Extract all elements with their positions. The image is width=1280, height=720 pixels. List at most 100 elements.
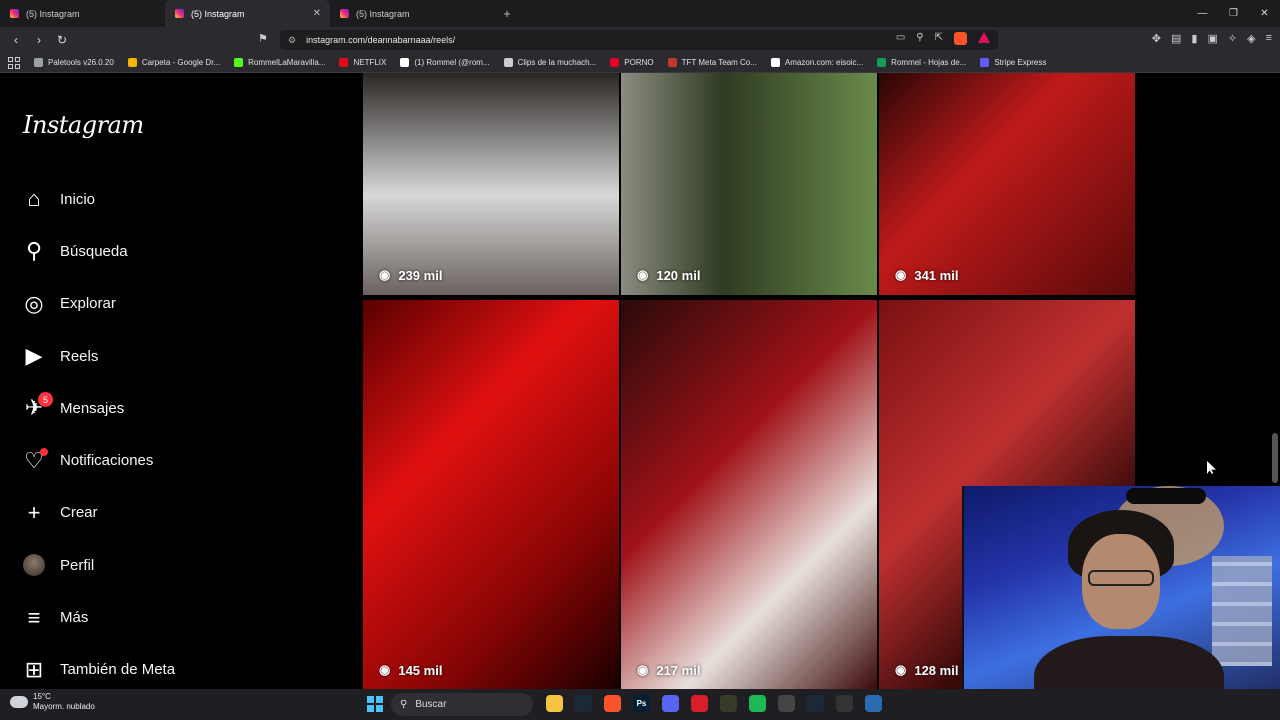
url-text: instagram.com/deannabarnaaa/reels/ <box>306 35 456 45</box>
bookmark-favicon-icon <box>980 58 990 67</box>
bookmark-label: RommelLaMaravilla... <box>248 58 326 67</box>
site-info-icon[interactable]: ⚙ <box>288 35 296 46</box>
sidebar-item-perfil[interactable]: Perfil <box>22 539 175 591</box>
bookmark-item[interactable]: TFT Meta Team Co... <box>667 58 757 67</box>
reel-thumbnail[interactable]: ◉ 217 mil <box>621 300 877 689</box>
reel-view-count: ◉ 120 mil <box>637 267 700 283</box>
bookmark-icon[interactable]: ⚑ <box>258 32 268 45</box>
bookmark-item[interactable]: Stripe Express <box>980 58 1046 67</box>
weather-widget[interactable]: 15°C Mayorm. nublado <box>10 692 95 712</box>
spotify-icon[interactable] <box>749 695 766 712</box>
sidebar-item-label: Perfil <box>60 556 95 574</box>
wallet-icon[interactable]: ▣ <box>1207 32 1217 45</box>
file-explorer-icon[interactable] <box>546 695 563 712</box>
minimize-button[interactable]: — <box>1187 0 1218 27</box>
sidebar-icon[interactable]: ▮ <box>1191 32 1197 45</box>
vpn-icon[interactable]: ◈ <box>1247 32 1255 45</box>
browser-tab[interactable]: (5) Instagram <box>0 0 165 27</box>
bookmark-label: (1) Rommel (@rom... <box>414 58 490 67</box>
sidebar-item-label: Reels <box>60 347 99 365</box>
webcam-glasses <box>1088 570 1154 586</box>
bookmark-item[interactable]: RommelLaMaravilla... <box>234 58 325 67</box>
bookmark-item[interactable]: PORNO <box>610 58 654 67</box>
taskbar-search[interactable]: ⚲ Buscar <box>391 693 533 716</box>
notification-dot <box>40 447 48 456</box>
sidebar-item-inicio[interactable]: ⌂ Inicio <box>22 173 175 225</box>
forward-button[interactable]: › <box>29 30 49 50</box>
bookmark-item[interactable]: NETFLIX <box>339 58 386 67</box>
reel-thumbnail[interactable]: ◉ 145 mil <box>363 300 619 689</box>
bookmark-label: Clips de la muchach... <box>517 58 597 67</box>
brave-rewards-icon[interactable] <box>978 32 990 43</box>
discord-icon[interactable] <box>662 695 679 712</box>
valorant-icon[interactable] <box>778 695 795 712</box>
bookmark-item[interactable]: Carpeta - Google Dr... <box>127 58 220 67</box>
sidebar-item-notificaciones[interactable]: ♡ Notificaciones <box>22 434 175 486</box>
share-icon[interactable]: ⇱ <box>935 32 943 45</box>
bookmark-favicon-icon <box>610 58 620 67</box>
opera-icon[interactable] <box>691 695 708 712</box>
photoshop-icon[interactable]: Ps <box>633 695 650 712</box>
pencil-app-icon[interactable] <box>720 695 737 712</box>
zoom-icon[interactable]: ⚲ <box>916 32 923 45</box>
eye-icon: ◉ <box>637 267 649 282</box>
sidebar-item-más[interactable]: ≡ Más <box>22 591 175 643</box>
bookmark-item[interactable]: Amazon.com: eisoic... <box>770 58 864 67</box>
tab-search-icon[interactable]: ▤ <box>1171 32 1181 45</box>
mouse-cursor-icon <box>1207 461 1216 474</box>
instagram-logo[interactable]: Instagram <box>23 111 144 139</box>
sidebar-item-explorar[interactable]: ◎ Explorar <box>22 278 175 330</box>
bookmark-favicon-icon <box>127 58 137 67</box>
extensions-icon[interactable]: ✥ <box>1152 32 1161 45</box>
steam2-icon[interactable] <box>807 695 824 712</box>
reel-thumbnail[interactable]: ◉ 341 mil <box>879 73 1135 295</box>
meta-apps-icon: ⊞ <box>24 656 44 682</box>
bookmark-label: Stripe Express <box>994 58 1047 67</box>
instagram-favicon-icon <box>10 9 19 18</box>
windows-start-icon[interactable] <box>367 696 383 712</box>
url-bar[interactable]: ⚙ instagram.com/deannabarnaaa/reels/ <box>280 30 998 50</box>
new-tab-button[interactable]: + <box>495 0 519 27</box>
sidebar-item-búsqueda[interactable]: ⚲ Búsqueda <box>22 225 175 277</box>
leo-ai-icon[interactable]: ✧ <box>1228 32 1237 45</box>
bookmark-item[interactable]: Rommel - Hojas de... <box>877 58 966 67</box>
bookmark-label: Amazon.com: eisoic... <box>784 58 864 67</box>
bookmark-label: Rommel - Hojas de... <box>891 58 967 67</box>
brave-shields-icon[interactable] <box>954 32 967 45</box>
menu-icon[interactable]: ≡ <box>1266 32 1272 45</box>
browser-tab-active[interactable]: (5) Instagram ✕ <box>165 0 330 27</box>
sidebar-item-mensajes[interactable]: ✈ 5 Mensajes <box>22 382 175 434</box>
plus-icon: + <box>27 499 41 525</box>
avatar <box>23 554 45 577</box>
bookmark-favicon-icon <box>34 58 43 67</box>
close-tab-icon[interactable]: ✕ <box>313 8 321 19</box>
sidebar-item-también-de-meta[interactable]: ⊞ También de Meta <box>22 644 175 689</box>
sidebar-item-crear[interactable]: + Crear <box>22 487 175 539</box>
browser-tab[interactable]: (5) Instagram <box>330 0 495 27</box>
apps-grid-icon[interactable] <box>8 56 20 69</box>
reload-button[interactable]: ↻ <box>52 30 72 50</box>
back-button[interactable]: ‹ <box>6 30 26 50</box>
webcam-shelf <box>1212 556 1272 666</box>
search-icon: ⚲ <box>400 699 408 710</box>
restore-button[interactable]: ❐ <box>1218 0 1249 27</box>
bookmark-favicon-icon <box>339 58 349 67</box>
reel-thumbnail[interactable]: ◉ 239 mil <box>363 73 619 295</box>
sidebar-item-reels[interactable]: ▶ Reels <box>22 330 175 382</box>
bookmark-favicon-icon <box>400 58 410 67</box>
eye-icon: ◉ <box>379 662 391 677</box>
cast-icon[interactable]: ▭ <box>896 32 905 45</box>
brave-icon[interactable] <box>604 695 621 712</box>
steam-icon[interactable] <box>575 695 592 712</box>
bookmark-item[interactable]: Clips de la muchach... <box>503 58 597 67</box>
close-window-button[interactable]: ✕ <box>1249 0 1280 27</box>
messenger-icon: ✈ 5 <box>22 392 53 420</box>
reel-thumbnail[interactable]: ◉ 120 mil <box>621 73 877 295</box>
bookmark-item[interactable]: Paletools v26.0.20 <box>34 58 114 67</box>
view-count-text: 239 mil <box>398 267 443 283</box>
app-icon[interactable] <box>865 695 882 712</box>
instagram-favicon-icon <box>340 9 349 18</box>
page-scrollbar[interactable] <box>1272 433 1278 483</box>
obs-icon[interactable] <box>836 695 853 712</box>
bookmark-item[interactable]: (1) Rommel (@rom... <box>400 58 490 67</box>
